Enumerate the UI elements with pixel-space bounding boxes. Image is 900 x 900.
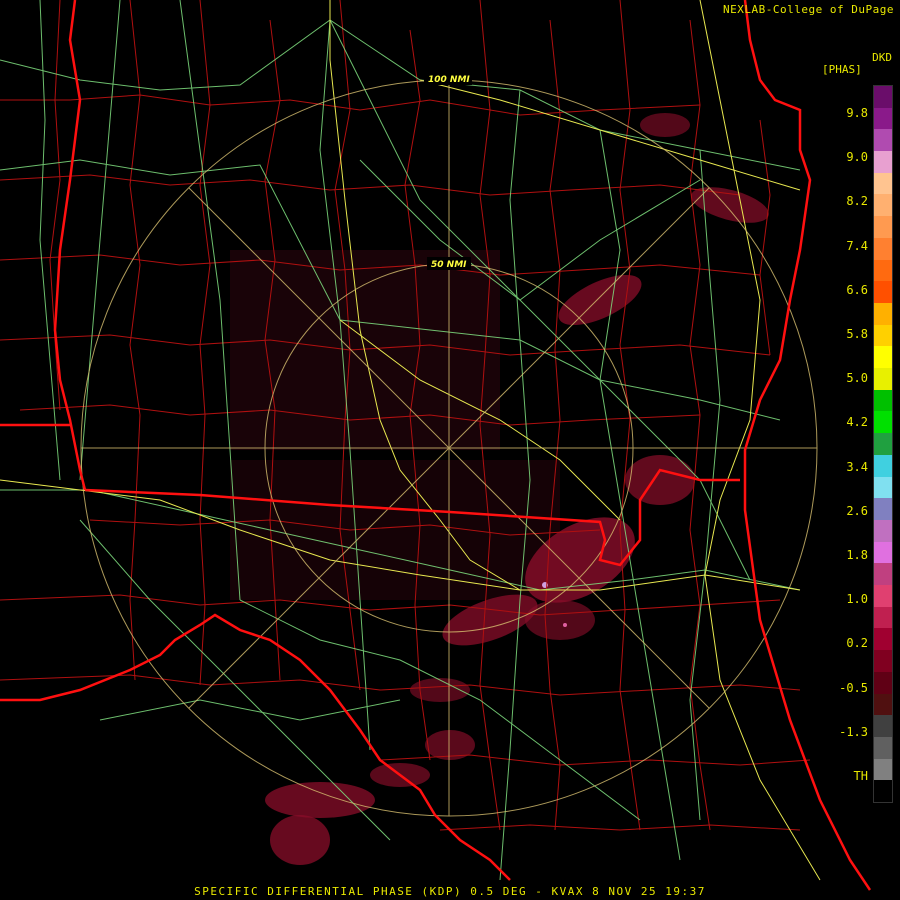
color-scale-segment [874,433,892,456]
color-scale-segment [874,541,892,564]
color-scale-segment [874,650,892,673]
color-scale-segment [874,780,892,803]
color-scale-tick-label: 7.4 [846,238,868,253]
color-scale-tick-label: 0.2 [846,636,868,651]
product-caption: SPECIFIC DIFFERENTIAL PHASE (KDP) 0.5 DE… [194,885,706,898]
color-scale-segment [874,389,892,412]
color-scale-segment [874,281,892,304]
color-scale-segment [874,216,892,239]
color-scale-tick-label: 5.8 [846,327,868,341]
color-scale-segment [874,606,892,629]
color-scale-tick-label: 1.0 [846,592,868,607]
color-scale-tick-label: 3.4 [846,459,868,474]
color-scale-segment [874,107,892,130]
color-scale-ticks: 9.8 9.0 8.2 7.4 6.6 5.8 5.0 4.2 3.4 2.6 1.8 1.0 0.2 -… [820,0,870,900]
color-scale-segment [874,758,892,781]
color-scale-tick-label: 2.6 [846,503,868,518]
color-scale-segment [874,563,892,586]
range-ring-label-50: 50 NMI [431,260,467,270]
color-scale-segment [874,628,892,651]
color-scale-segment [874,671,892,694]
color-scale-tick-label: 4.2 [846,415,868,430]
range-ring-label-100: 100 NMI [428,75,470,85]
color-scale-segment [874,454,892,478]
color-scale-segment [874,194,892,217]
color-scale-tick-label: 9.0 [846,150,868,165]
color-scale-tick-label: 6.6 [846,282,868,297]
color-scale-segment [874,86,892,109]
color-scale-segment [874,129,892,152]
color-scale-segment [874,346,892,369]
color-scale-tick-label: TH [853,769,868,783]
color-scale-segment [874,324,892,347]
color-scale-tick-label: 5.0 [846,371,868,386]
color-scale-segment [874,368,892,391]
color-scale-segment [874,519,892,543]
range-rings [80,79,818,817]
color-scale-segment [874,411,892,434]
color-scale-segment [874,736,892,760]
radar-map: 100 NMI 50 NMI [0,0,900,900]
color-scale-bar [873,85,893,803]
color-scale-segment [874,476,892,499]
color-scale-segment [874,715,892,738]
color-scale-tick-label: 9.8 [846,106,868,120]
color-scale-segment [874,172,892,195]
color-scale-segment [874,585,892,608]
color-scale-tick-label: 1.8 [846,548,868,562]
color-scale-segment [874,237,892,261]
color-scale-tick-label: -1.3 [839,724,868,739]
color-scale-segment [874,302,892,326]
color-scale-tick-label: 8.2 [846,194,868,209]
color-scale-segment [874,693,892,716]
color-scale-segment [874,498,892,521]
color-scale-segment [874,259,892,282]
color-scale-tick-label: -0.5 [839,680,868,695]
color-scale-segment [874,151,892,174]
